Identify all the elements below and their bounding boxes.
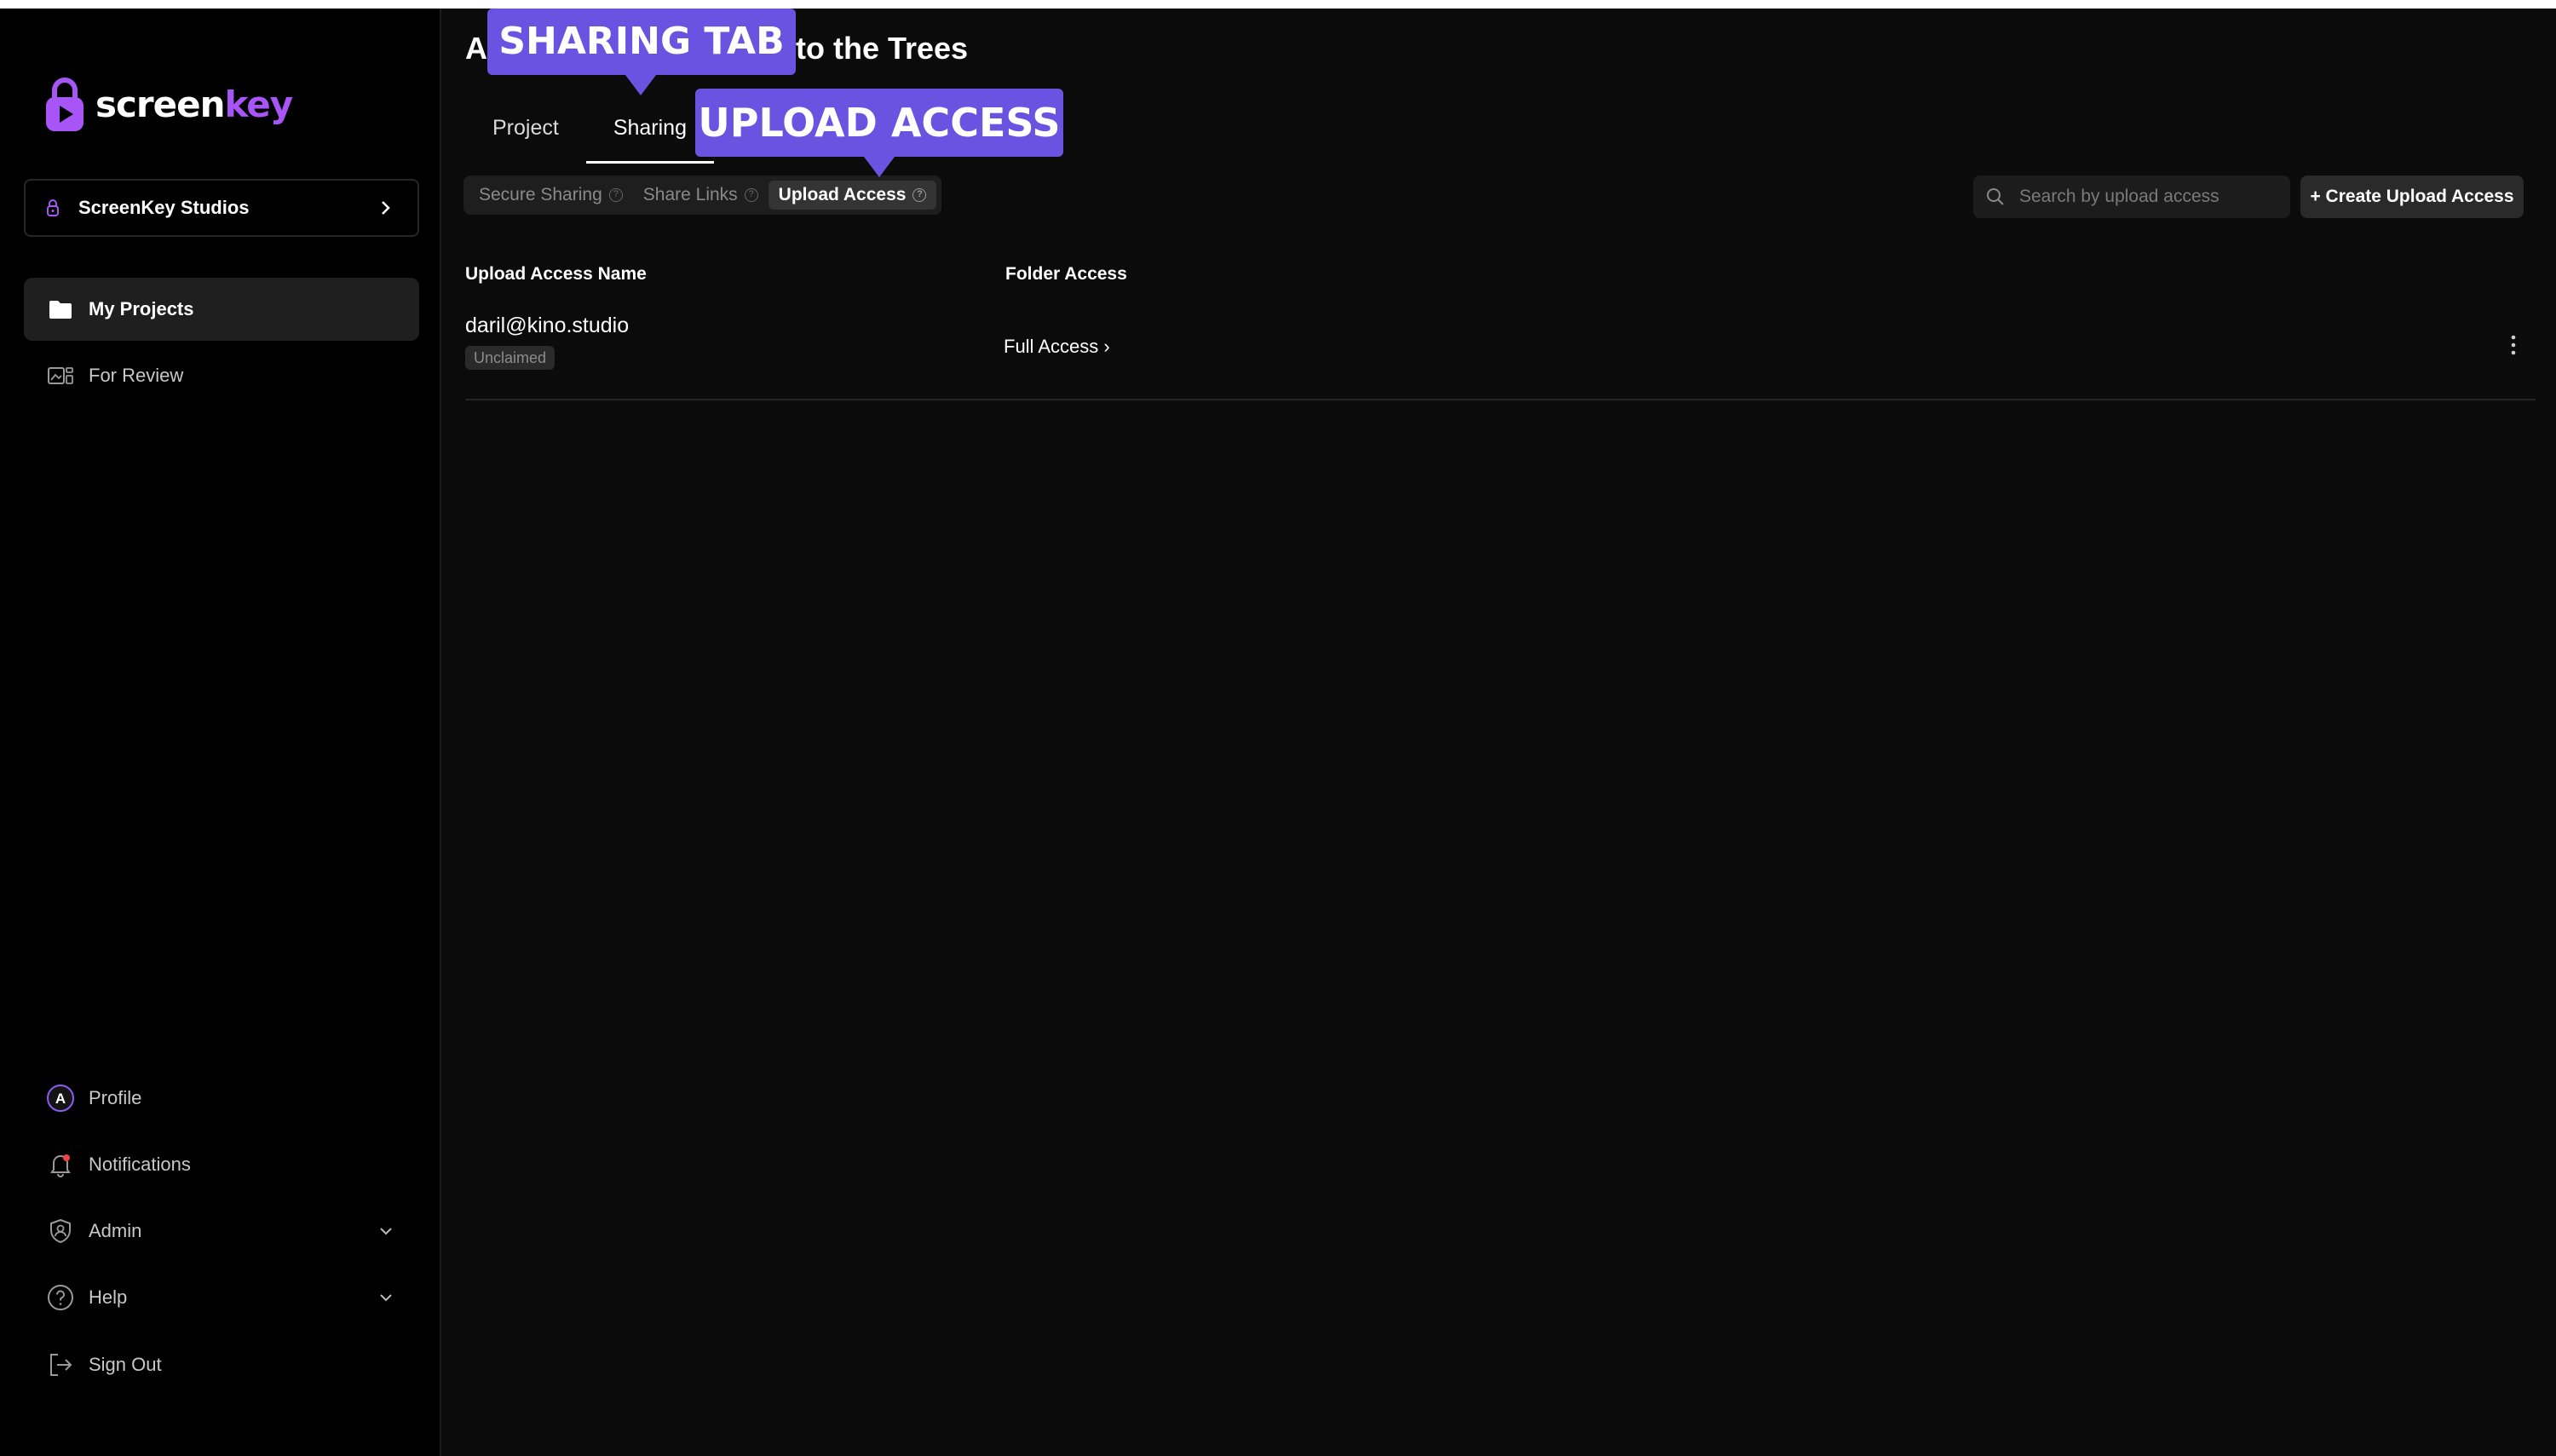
- chevron-down-icon[interactable]: [377, 1222, 395, 1240]
- bell-icon: [46, 1150, 75, 1179]
- main-content: Ato the Trees Project Sharing Secure Sha…: [443, 9, 2556, 1456]
- help-icon[interactable]: ?: [912, 188, 927, 202]
- logo-wordmark: screenkey: [95, 83, 293, 125]
- help-icon: [46, 1283, 75, 1312]
- more-options-icon[interactable]: [2503, 332, 2524, 358]
- tab-label: Share Links: [642, 185, 738, 204]
- tab-label: Secure Sharing: [479, 185, 602, 204]
- review-icon: [46, 361, 75, 390]
- sidebar-item-sign-out[interactable]: Sign Out: [24, 1333, 419, 1396]
- sidebar-item-label: Admin: [89, 1220, 142, 1241]
- sidebar-item-label: For Review: [89, 365, 184, 386]
- search-input[interactable]: [2019, 187, 2275, 207]
- sidebar-item-label: Notifications: [89, 1154, 191, 1175]
- workspace-selector[interactable]: ScreenKey Studios: [24, 179, 419, 237]
- folder-icon: [46, 295, 75, 324]
- sidebar-item-admin[interactable]: Admin: [24, 1200, 419, 1263]
- sharing-sub-tabs: Secure Sharing ? Share Links ? Upload Ac…: [463, 176, 942, 215]
- sidebar-item-for-review[interactable]: For Review: [24, 344, 419, 407]
- svg-text:A: A: [55, 1091, 66, 1107]
- project-tabs: Project Sharing: [465, 94, 714, 164]
- callout-pointer: [625, 75, 656, 95]
- folder-access-link[interactable]: Full Access ›: [1004, 336, 1110, 358]
- tab-project[interactable]: Project: [465, 94, 586, 164]
- column-header-upload-access-name[interactable]: Upload Access Name: [465, 264, 647, 285]
- shield-icon: [46, 1217, 75, 1246]
- help-icon[interactable]: ?: [608, 188, 623, 202]
- app-window: screenkey ScreenKey Studios My Projects: [0, 9, 2556, 1456]
- logo-text-key: key: [224, 83, 293, 125]
- status-badge: Unclaimed: [465, 346, 556, 370]
- screenkey-logo[interactable]: screenkey: [43, 75, 293, 133]
- sidebar-item-label: Profile: [89, 1087, 142, 1108]
- tab-share-links[interactable]: Share Links ?: [633, 181, 769, 210]
- sidebar-item-profile[interactable]: A Profile: [24, 1067, 419, 1130]
- tab-secure-sharing[interactable]: Secure Sharing ?: [469, 181, 633, 210]
- sidebar: screenkey ScreenKey Studios My Projects: [0, 9, 441, 1456]
- page-title-start: A: [465, 31, 487, 66]
- lock-icon: [47, 199, 59, 216]
- page-title-end: to the Trees: [796, 31, 969, 66]
- callout-pointer: [864, 157, 895, 177]
- create-upload-access-button[interactable]: + Create Upload Access: [2300, 176, 2524, 218]
- sidebar-item-label: Sign Out: [89, 1354, 162, 1375]
- workspace-name: ScreenKey Studios: [78, 197, 250, 218]
- search-icon: [1987, 188, 2004, 205]
- sidebar-item-label: My Projects: [89, 298, 194, 319]
- avatar-icon: A: [46, 1084, 75, 1113]
- search-box[interactable]: [1973, 176, 2290, 218]
- lock-play-logo-icon: [46, 78, 83, 131]
- callout-sharing-tab: SHARING TAB: [487, 9, 796, 75]
- table-row[interactable]: daril@kino.studio Unclaimed Full Access …: [465, 307, 2536, 400]
- sign-out-icon: [46, 1350, 75, 1379]
- table-header: Upload Access Name Folder Access: [465, 264, 2536, 290]
- column-header-folder-access[interactable]: Folder Access: [1005, 264, 1127, 285]
- sidebar-item-my-projects[interactable]: My Projects: [24, 278, 419, 341]
- help-icon[interactable]: ?: [744, 188, 758, 202]
- chevron-right-icon: [382, 201, 390, 215]
- sidebar-item-notifications[interactable]: Notifications: [24, 1133, 419, 1196]
- upload-access-email: daril@kino.studio: [465, 314, 630, 337]
- callout-upload-access: UPLOAD ACCESS: [695, 89, 1063, 157]
- chevron-down-icon[interactable]: [377, 1288, 395, 1307]
- tab-upload-access[interactable]: Upload Access ?: [768, 181, 937, 210]
- sidebar-item-help[interactable]: Help: [24, 1266, 419, 1329]
- sidebar-item-label: Help: [89, 1286, 128, 1308]
- logo-text-screen: screen: [95, 83, 225, 125]
- tab-label: Upload Access: [778, 185, 907, 204]
